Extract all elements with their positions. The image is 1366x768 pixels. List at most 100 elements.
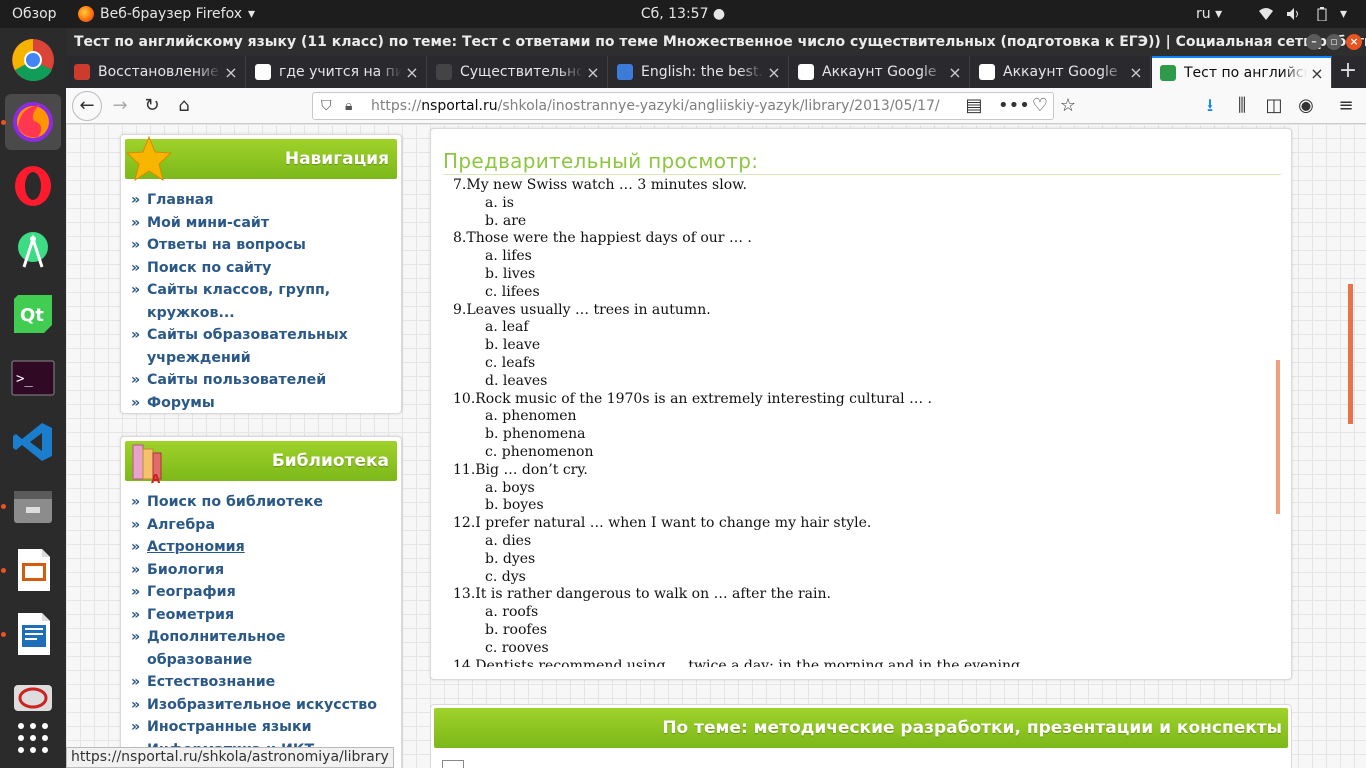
back-button[interactable]: ← (72, 91, 102, 121)
tab[interactable]: Тест по английск × (1152, 56, 1332, 88)
firefox-window: Тест по английскому языку (11 класс) по … (66, 28, 1366, 768)
tab[interactable]: Аккаунт Google × (790, 56, 970, 88)
tab-close-icon[interactable]: × (764, 63, 784, 82)
tab-label: Восстановление (98, 64, 219, 80)
tab[interactable]: Восстановление × (66, 56, 246, 88)
books-icon: A (132, 444, 162, 485)
firefox-icon (78, 6, 94, 22)
library-widget: A Библиотека Поиск по библиотекеАлгебраА… (120, 436, 402, 768)
battery-icon[interactable] (1314, 7, 1330, 21)
reload-button[interactable]: ↻ (138, 92, 166, 120)
tab-favicon-icon (255, 64, 271, 80)
tab[interactable]: где учится на пил × (247, 56, 427, 88)
downloads-icon[interactable]: ⭳ (1196, 92, 1224, 120)
sidebar-link[interactable]: Биология (131, 559, 393, 582)
lock-icon[interactable]: 🔒︎ (345, 93, 352, 119)
file-manager-icon[interactable] (5, 478, 61, 534)
home-button[interactable]: ⌂ (170, 92, 198, 120)
minimize-button[interactable]: – (1306, 34, 1322, 50)
account-icon[interactable]: ◉ (1292, 92, 1320, 120)
sidebar-link[interactable]: Естествознание (131, 671, 393, 694)
answer-option: c. lifees (485, 283, 540, 300)
pocket-icon[interactable]: ♡ (1026, 92, 1054, 120)
tab[interactable]: English: the best.T × (609, 56, 789, 88)
sidebar-link[interactable]: Изобразительное искусство (131, 694, 393, 717)
navigation-widget-header: Навигация (125, 135, 397, 182)
status-bar: https://nsportal.ru/shkola/astronomiya/l… (66, 747, 394, 768)
answer-option: a. is (485, 194, 514, 211)
tab-close-icon[interactable]: × (945, 63, 965, 82)
preview-document[interactable]: 7.My new Swiss watch … 3 minutes slow. a.… (443, 177, 1281, 667)
page-actions-icon[interactable]: ••• (998, 92, 1030, 120)
star-icon (125, 135, 173, 182)
sidebar-link[interactable]: Ответы на вопросы (131, 234, 393, 257)
chevron-down-icon: ▾ (248, 6, 256, 22)
related-checkbox[interactable] (442, 760, 464, 768)
tab-close-icon[interactable]: × (583, 63, 603, 82)
tab[interactable]: Аккаунт Google × (971, 56, 1151, 88)
terminal-icon[interactable]: >_ (5, 350, 61, 406)
preview-panel: Предварительный просмотр: 7.My new Swiss… (430, 128, 1292, 680)
chrome-icon[interactable] (5, 32, 61, 88)
reader-view-icon[interactable]: ▤ (960, 92, 988, 120)
window-titlebar[interactable]: Тест по английскому языку (11 класс) по … (66, 28, 1366, 56)
sidebar-link[interactable]: География (131, 581, 393, 604)
close-window-button[interactable]: × (1346, 34, 1362, 50)
impress-icon[interactable] (5, 542, 61, 598)
answer-option: c. dys (485, 568, 526, 585)
tab-close-icon[interactable]: × (221, 63, 241, 82)
activities-button[interactable]: Обзор (12, 0, 57, 28)
sidebar-link[interactable]: Форумы (131, 392, 393, 415)
url-bar[interactable]: ⛉ 🔒︎ https://nsportal.ru/shkola/inostran… (312, 92, 1054, 120)
answer-option: b. phenomena (485, 426, 586, 443)
tab-close-icon[interactable]: × (1307, 64, 1327, 83)
sidebar-link[interactable]: Поиск по библиотеке (131, 491, 393, 514)
clock[interactable]: Сб, 13:57 ● (641, 6, 725, 22)
language-indicator[interactable]: ru ▾ (1196, 0, 1222, 28)
new-tab-button[interactable]: + (1332, 56, 1364, 88)
system-menu-chevron-icon[interactable]: ▾ (1340, 0, 1347, 28)
wifi-icon[interactable] (1258, 7, 1274, 21)
opera-icon[interactable] (5, 158, 61, 214)
sidebar-link[interactable]: Алгебра (131, 514, 393, 537)
sidebar-link[interactable]: Геометрия (131, 604, 393, 627)
sidebar-link[interactable]: Поиск по сайту (131, 257, 393, 280)
sidebar-link[interactable]: Главная (131, 189, 393, 212)
android-studio-icon[interactable] (5, 222, 61, 278)
tab-close-icon[interactable]: × (402, 63, 422, 82)
maximize-button[interactable]: ▫ (1326, 34, 1342, 50)
navigation-list: ГлавнаяМой мини-сайтОтветы на вопросыПои… (121, 179, 401, 422)
sidebar-link[interactable]: Сайты образовательных учреждений (131, 324, 393, 369)
answer-option: b. are (485, 212, 527, 229)
volume-icon[interactable] (1286, 7, 1302, 21)
shield-icon[interactable]: ⛉ (321, 93, 332, 119)
sidebar-link[interactable]: Иностранные языки (131, 716, 393, 739)
sidebar-link[interactable]: Астрономия (131, 536, 393, 559)
answer-option: a. phenomen (485, 408, 577, 425)
language-label: ru (1196, 6, 1211, 22)
sidebar-icon[interactable]: ◫ (1260, 92, 1288, 120)
answer-option: b. lives (485, 265, 536, 282)
page-scrollbar[interactable] (1348, 284, 1353, 424)
forward-button[interactable]: → (106, 92, 134, 120)
sidebar-link[interactable]: Дополнительное образование (131, 626, 393, 671)
sidebar-link[interactable]: Сайты классов, групп, кружков... (131, 279, 393, 324)
tab-label: Тест по английск (1184, 65, 1307, 81)
tab[interactable]: Существительно × (428, 56, 608, 88)
navigation-toolbar: ← → ↻ ⌂ ⛉ 🔒︎ https://nsportal.ru/shkola/… (66, 88, 1366, 124)
sidebar-link[interactable]: Сайты пользователей (131, 369, 393, 392)
apps-grid-icon[interactable] (5, 710, 61, 766)
vscode-icon[interactable] (5, 414, 61, 470)
writer-icon[interactable] (5, 606, 61, 662)
library-icon[interactable]: ⫼ (1228, 92, 1256, 120)
navigation-widget-title: Навигация (284, 149, 389, 169)
answer-option: c. leafs (485, 354, 536, 371)
preview-scrollbar[interactable] (1276, 360, 1280, 514)
app-menu[interactable]: Веб-браузер Firefox ▾ (78, 0, 255, 28)
tab-close-icon[interactable]: × (1126, 63, 1146, 82)
bookmark-star-icon[interactable]: ☆ (1054, 92, 1082, 120)
firefox-icon[interactable] (5, 94, 61, 150)
menu-icon[interactable]: ≡ (1332, 92, 1360, 120)
qt-creator-icon[interactable]: Qt (5, 286, 61, 342)
sidebar-link[interactable]: Мой мини-сайт (131, 212, 393, 235)
